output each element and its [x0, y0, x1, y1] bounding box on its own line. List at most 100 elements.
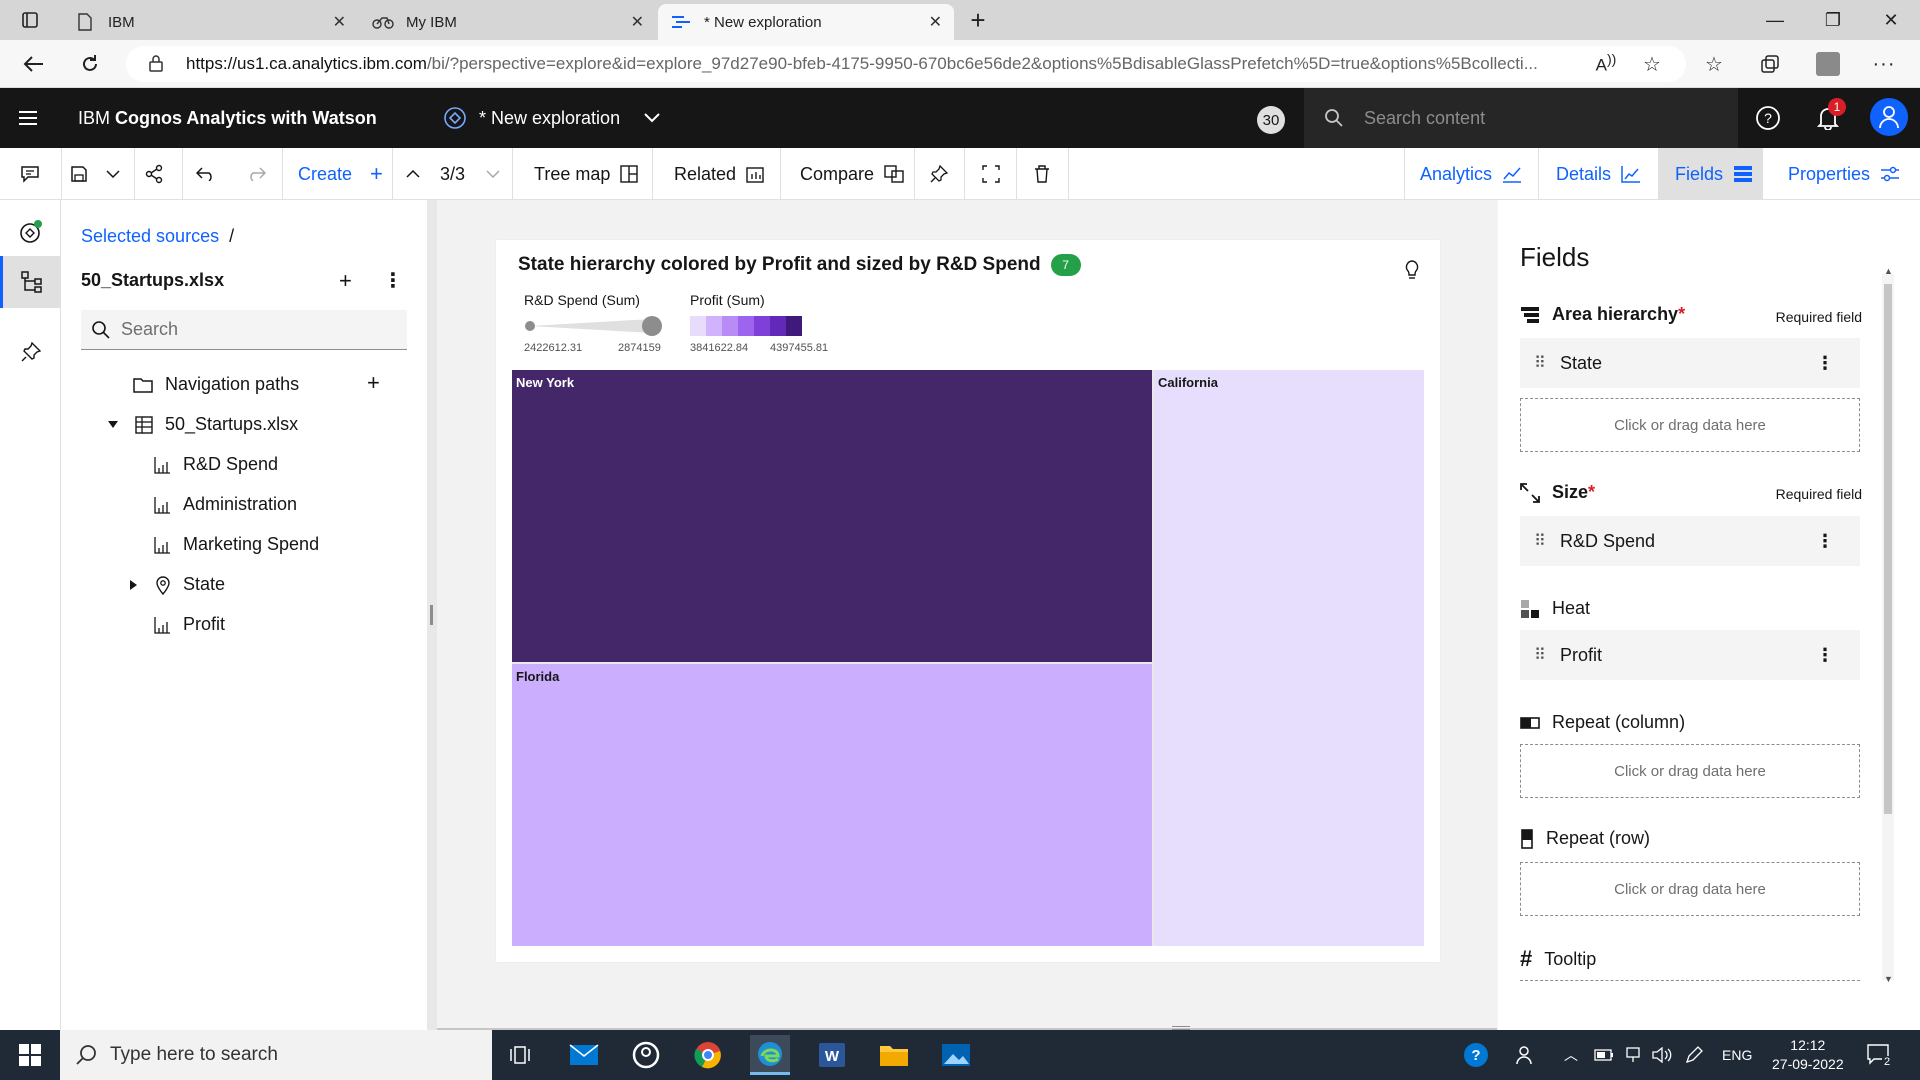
tree-item-50-startups[interactable]: 50_Startups.xlsx — [107, 414, 298, 435]
task-view-icon[interactable] — [500, 1035, 540, 1075]
minimize-icon[interactable]: — — [1752, 0, 1798, 40]
hamburger-menu-icon[interactable] — [12, 102, 44, 134]
next-icon[interactable] — [486, 148, 500, 200]
related-button[interactable]: Related — [674, 148, 764, 200]
data-tree-icon[interactable] — [0, 256, 61, 308]
undo-icon[interactable] — [196, 148, 216, 200]
close-icon[interactable]: ✕ — [929, 12, 942, 32]
field-item-rd-spend[interactable]: ⠿ R&D Spend ⋮ — [1520, 516, 1860, 566]
pin-icon[interactable] — [0, 326, 61, 378]
lightbulb-icon[interactable] — [1404, 260, 1420, 282]
scroll-down-icon[interactable]: ▼ — [1884, 974, 1893, 984]
refresh-icon[interactable] — [74, 48, 106, 80]
drop-zone-repeat-column[interactable]: Click or drag data here — [1520, 744, 1860, 798]
profile-avatar[interactable] — [1812, 48, 1844, 80]
mail-icon[interactable] — [564, 1035, 604, 1075]
visualization-card[interactable]: State hierarchy colored by Profit and si… — [496, 240, 1440, 962]
back-icon[interactable] — [18, 48, 50, 80]
overflow-menu-icon[interactable]: ⋮ — [383, 268, 403, 293]
read-aloud-icon[interactable]: A)) — [1590, 48, 1622, 80]
volume-icon[interactable] — [1652, 1030, 1672, 1080]
search-content-input[interactable]: Search content — [1304, 88, 1738, 148]
tree-item-marketing-spend[interactable]: Marketing Spend — [153, 534, 319, 555]
drag-handle-icon[interactable]: ⠿ — [1534, 353, 1546, 373]
save-menu-chevron-icon[interactable] — [106, 148, 120, 200]
tab-actions-icon[interactable] — [14, 4, 46, 36]
treemap-node-florida[interactable] — [512, 664, 1152, 946]
exploration-switcher[interactable]: * New exploration — [443, 88, 660, 148]
fields-tab[interactable]: Fields — [1659, 148, 1763, 200]
overflow-menu-icon[interactable]: ⋮ — [1816, 645, 1834, 666]
overflow-menu-icon[interactable]: ⋮ — [1816, 353, 1834, 374]
settings-more-icon[interactable]: ··· — [1868, 48, 1900, 80]
show-hidden-icons[interactable]: ︿ — [1564, 1030, 1578, 1080]
drag-handle-icon[interactable]: ⠿ — [1534, 645, 1546, 665]
new-tab-icon[interactable]: + — [962, 4, 994, 36]
treemap-node-new-york[interactable] — [512, 370, 1152, 662]
drop-zone-repeat-row[interactable]: Click or drag data here — [1520, 862, 1860, 916]
share-icon[interactable] — [144, 148, 164, 200]
focus-select-icon[interactable] — [982, 148, 1000, 200]
counter-badge[interactable]: 30 — [1257, 106, 1285, 134]
chrome-icon[interactable] — [688, 1035, 728, 1075]
tree-item-profit[interactable]: Profit — [153, 614, 225, 635]
user-avatar[interactable] — [1870, 98, 1908, 136]
app-circle-icon[interactable] — [626, 1035, 666, 1075]
field-item-profit[interactable]: ⠿ Profit ⋮ — [1520, 630, 1860, 680]
comment-icon[interactable] — [20, 148, 40, 200]
fields-scrollbar[interactable]: ▲ ▼ — [1882, 266, 1894, 984]
redo-icon[interactable] — [246, 148, 266, 200]
create-button[interactable]: Create + — [298, 148, 383, 200]
restore-icon[interactable]: ❐ — [1810, 0, 1856, 40]
delete-icon[interactable] — [1034, 148, 1050, 200]
word-icon[interactable]: W — [812, 1035, 852, 1075]
help-icon[interactable]: ? — [1456, 1035, 1496, 1075]
taskbar-search-input[interactable]: Type here to search — [60, 1030, 492, 1080]
tree-item-state[interactable]: State — [129, 574, 225, 595]
favorites-icon[interactable]: ☆ — [1698, 48, 1730, 80]
add-source-icon[interactable]: + — [339, 268, 352, 294]
battery-icon[interactable] — [1594, 1030, 1614, 1080]
people-icon[interactable] — [1506, 1035, 1546, 1075]
analytics-tab[interactable]: Analytics — [1420, 148, 1522, 200]
add-favorite-icon[interactable]: ☆ — [1636, 48, 1668, 80]
drag-handle-icon[interactable]: ⠿ — [1534, 531, 1546, 551]
tab-my-ibm[interactable]: My IBM ✕ — [360, 4, 656, 40]
action-center-icon[interactable]: 2 — [1866, 1030, 1893, 1080]
tree-item-administration[interactable]: Administration — [153, 494, 297, 515]
panel-splitter[interactable] — [427, 200, 437, 1030]
collections-icon[interactable] — [1754, 48, 1786, 80]
tab-new-exploration[interactable]: * New exploration ✕ — [658, 4, 954, 40]
close-icon[interactable]: ✕ — [631, 12, 644, 32]
tab-ibm[interactable]: IBM ✕ — [62, 4, 358, 40]
clock[interactable]: 12:12 27-09-2022 — [1772, 1030, 1844, 1080]
windows-start-icon[interactable] — [10, 1035, 50, 1075]
pen-icon[interactable] — [1684, 1030, 1704, 1080]
insights-badge[interactable]: 7 — [1050, 254, 1081, 276]
treemap-node-california[interactable] — [1154, 370, 1424, 946]
drop-zone-area-hierarchy[interactable]: Click or drag data here — [1520, 398, 1860, 452]
tree-map-button[interactable]: Tree map — [534, 148, 639, 200]
file-explorer-icon[interactable] — [874, 1035, 914, 1075]
photos-icon[interactable] — [936, 1035, 976, 1075]
source-search-input[interactable]: Search — [81, 310, 407, 350]
scroll-up-icon[interactable]: ▲ — [1884, 266, 1893, 276]
details-tab[interactable]: Details — [1556, 148, 1641, 200]
scrollbar-thumb[interactable] — [1884, 284, 1892, 814]
pin-icon[interactable] — [930, 148, 948, 200]
edge-icon[interactable] — [750, 1035, 790, 1075]
field-item-state[interactable]: ⠿ State ⋮ — [1520, 338, 1860, 388]
add-navigation-path-icon[interactable]: + — [367, 370, 380, 396]
tree-item-rd-spend[interactable]: R&D Spend — [153, 454, 278, 475]
properties-tab[interactable]: Properties — [1788, 148, 1900, 200]
save-icon[interactable] — [70, 148, 88, 200]
breadcrumb-selected-sources[interactable]: Selected sources — [81, 226, 219, 246]
previous-icon[interactable] — [406, 148, 420, 200]
tree-item-navigation-paths[interactable]: Navigation paths — [133, 374, 299, 395]
url-field[interactable]: https://us1.ca.analytics.ibm.com/bi/?per… — [126, 46, 1686, 82]
help-icon[interactable]: ? — [1752, 102, 1784, 134]
window-close-icon[interactable]: ✕ — [1868, 0, 1914, 40]
close-icon[interactable]: ✕ — [333, 12, 346, 32]
compare-button[interactable]: Compare — [800, 148, 904, 200]
network-icon[interactable] — [1624, 1030, 1642, 1080]
